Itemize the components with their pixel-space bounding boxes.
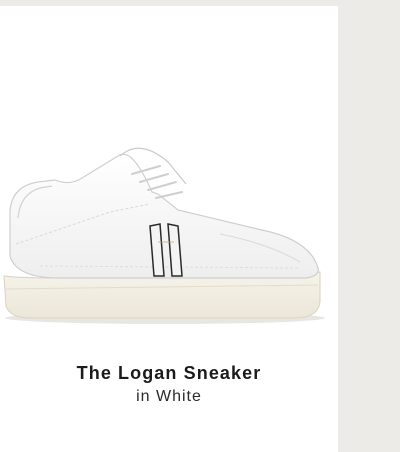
sneaker-image [3, 147, 325, 324]
product-card[interactable]: The Logan Sneaker in White [0, 6, 338, 452]
product-name[interactable]: The Logan Sneaker [0, 359, 338, 387]
product-caption: The Logan Sneaker in White [0, 359, 338, 407]
product-color: in White [136, 388, 202, 405]
product-image[interactable] [0, 6, 338, 356]
page: The Logan Sneaker in White [0, 0, 400, 452]
